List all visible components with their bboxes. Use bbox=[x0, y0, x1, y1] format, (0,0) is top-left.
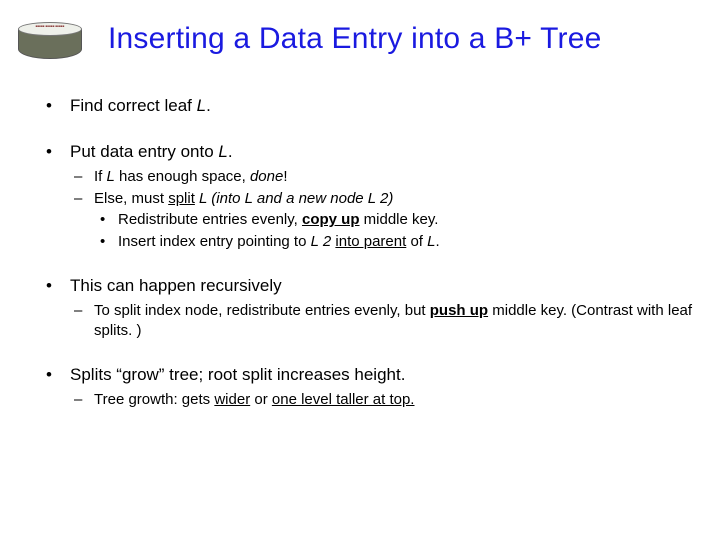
text: Insert index entry pointing to bbox=[118, 233, 311, 250]
slide-title: Inserting a Data Entry into a B+ Tree bbox=[108, 22, 712, 56]
text: middle key. bbox=[360, 211, 439, 228]
text: Tree growth: gets bbox=[94, 391, 214, 408]
bullet-splits-grow: Splits “grow” tree; root split increases… bbox=[40, 364, 700, 410]
disk-text: ■■■■■ ■■■■■ ■■■■■ bbox=[26, 25, 74, 28]
text: If bbox=[94, 168, 107, 185]
text-italic: done bbox=[250, 168, 283, 185]
sub-split-index: To split index node, redistribute entrie… bbox=[70, 301, 700, 340]
text: ! bbox=[283, 168, 287, 185]
text: Find correct leaf bbox=[70, 96, 197, 115]
text: Splits “grow” tree; root split increases… bbox=[70, 365, 405, 384]
text-italic: L bbox=[107, 168, 115, 185]
sub-if-space: If L has enough space, done! bbox=[70, 167, 700, 187]
sub-else-split: Else, must split L (into L and a new nod… bbox=[70, 189, 700, 252]
text: of bbox=[406, 233, 427, 250]
ss-insert-index: Insert index entry pointing to L 2 into … bbox=[94, 232, 700, 252]
text: This can happen recursively bbox=[70, 276, 282, 295]
bullet-recursive: This can happen recursively To split ind… bbox=[40, 275, 700, 340]
ss-redistribute: Redistribute entries evenly, copy up mid… bbox=[94, 210, 700, 230]
text: Put data entry onto bbox=[70, 142, 218, 161]
text-bold-underline: push up bbox=[430, 302, 488, 319]
text: . bbox=[206, 96, 211, 115]
sub-list: Tree growth: gets wider or one level tal… bbox=[70, 390, 700, 410]
text: Redistribute entries evenly, bbox=[118, 211, 302, 228]
text: Else, must bbox=[94, 190, 168, 207]
text-underline: into parent bbox=[335, 233, 406, 250]
text-bold-underline: copy up bbox=[302, 211, 360, 228]
text-italic: L bbox=[218, 142, 227, 161]
text-italic: L (into L and a new node L 2) bbox=[199, 190, 393, 207]
text: or bbox=[250, 391, 272, 408]
text-underline: wider bbox=[214, 391, 250, 408]
text: . bbox=[435, 233, 439, 250]
sub-sub-list: Redistribute entries evenly, copy up mid… bbox=[94, 210, 700, 251]
text-italic: L 2 bbox=[311, 233, 332, 250]
logo-disk-icon: ■■■■■ ■■■■■ ■■■■■ bbox=[18, 22, 82, 62]
sub-list: To split index node, redistribute entrie… bbox=[70, 301, 700, 340]
bullet-find-leaf: Find correct leaf L. bbox=[40, 95, 700, 117]
text-underline: split bbox=[168, 190, 195, 207]
text-italic: L bbox=[197, 96, 206, 115]
bullet-put-entry: Put data entry onto L. If L has enough s… bbox=[40, 141, 700, 251]
text: To split index node, redistribute entrie… bbox=[94, 302, 430, 319]
sub-list: If L has enough space, done! Else, must … bbox=[70, 167, 700, 251]
text: has enough space, bbox=[115, 168, 250, 185]
slide: ■■■■■ ■■■■■ ■■■■■ Inserting a Data Entry… bbox=[0, 0, 720, 540]
sub-tree-growth: Tree growth: gets wider or one level tal… bbox=[70, 390, 700, 410]
text-underline: one level taller at top. bbox=[272, 391, 415, 408]
bullet-list: Find correct leaf L. Put data entry onto… bbox=[40, 95, 700, 410]
slide-body: Find correct leaf L. Put data entry onto… bbox=[40, 95, 700, 434]
text: . bbox=[228, 142, 233, 161]
